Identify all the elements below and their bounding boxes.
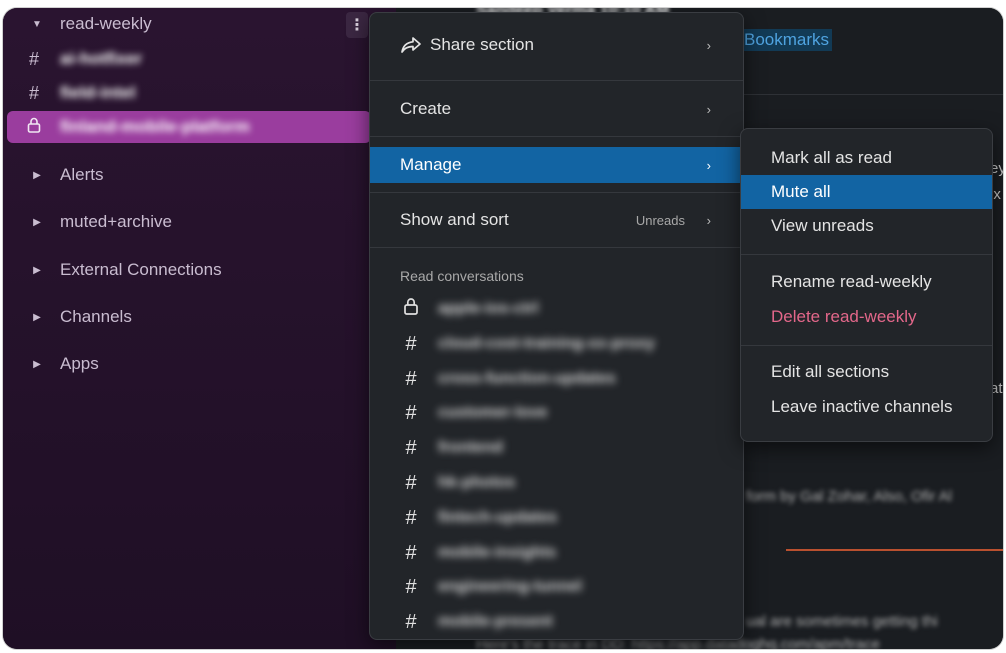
caret-right-icon: ▶ xyxy=(33,216,41,228)
sidebar-section-muted-archive[interactable]: ▶ muted+archive xyxy=(3,206,396,238)
menu-divider xyxy=(370,80,743,81)
manage-submenu: Mark all as read Mute all View unreads R… xyxy=(740,128,993,442)
caret-right-icon: ▶ xyxy=(33,358,41,370)
hash-icon: # xyxy=(405,436,417,459)
section-options-button[interactable]: ⋮ xyxy=(346,12,368,38)
hash-icon: # xyxy=(405,332,417,355)
hash-icon: # xyxy=(28,48,39,69)
conversation-item[interactable]: # fintech-updates xyxy=(400,503,720,533)
new-messages-divider xyxy=(786,549,1003,551)
hash-icon: # xyxy=(405,401,417,424)
share-icon xyxy=(401,37,421,53)
sidebar-section-label: Channels xyxy=(60,307,132,326)
menu-divider xyxy=(370,136,743,137)
channel-name: ai-hotfixer xyxy=(60,49,143,68)
sidebar-channel-active[interactable]: finland-mobile-platform xyxy=(7,111,371,143)
conversation-item[interactable]: # hk-photos xyxy=(400,468,720,498)
menu-item-show-and-sort[interactable]: Show and sort Unreads › xyxy=(370,202,743,238)
submenu-item-leave-inactive[interactable]: Leave inactive channels xyxy=(741,390,992,424)
sidebar-channel[interactable]: # field-intel xyxy=(3,77,396,109)
message-fragment: form by Gal Zohar, Also, Ofir Al xyxy=(746,488,952,505)
conversation-item[interactable]: # frontend xyxy=(400,433,720,463)
conversation-item[interactable]: # customer-love xyxy=(400,398,720,428)
caret-down-icon: ▼ xyxy=(32,18,42,30)
sidebar-section-label: muted+archive xyxy=(60,212,172,231)
sort-mode-hint: Unreads xyxy=(635,212,685,228)
conversation-item[interactable]: # cross-function-updates xyxy=(400,364,720,394)
menu-item-create[interactable]: Create › xyxy=(370,91,743,127)
caret-right-icon: ▶ xyxy=(33,169,41,181)
sidebar-section-label: read-weekly xyxy=(60,14,152,33)
menu-divider xyxy=(370,247,743,248)
hash-icon: # xyxy=(405,367,417,390)
menu-divider xyxy=(370,192,743,193)
section-context-menu: Share section › Create › Manage › Show a… xyxy=(369,12,744,640)
caret-right-icon: ▶ xyxy=(33,311,41,323)
chevron-right-icon: › xyxy=(706,101,711,117)
channel-name: field-intel xyxy=(60,83,136,102)
conversation-item[interactable]: # mobile-present xyxy=(400,607,720,637)
sidebar-section-label: Alerts xyxy=(60,165,104,184)
menu-item-manage[interactable]: Manage › xyxy=(370,147,743,183)
lock-icon xyxy=(400,297,422,321)
hash-icon: # xyxy=(405,610,417,633)
submenu-item-view-unreads[interactable]: View unreads xyxy=(741,209,992,243)
submenu-item-mute-all[interactable]: Mute all xyxy=(741,175,992,209)
conversation-item[interactable]: # cloud-cost-training-xx-proxy xyxy=(400,329,720,359)
sidebar-section-read-weekly[interactable]: ▼ read-weekly xyxy=(3,8,396,40)
conversation-item[interactable]: # mobile-insights xyxy=(400,538,720,568)
hash-icon: # xyxy=(405,471,417,494)
conversation-item[interactable]: # engineering-tunnel xyxy=(400,572,720,602)
chevron-right-icon: › xyxy=(706,157,711,173)
bookmarks-link[interactable]: Bookmarks xyxy=(741,29,833,51)
submenu-divider xyxy=(741,345,992,346)
chevron-right-icon: › xyxy=(706,37,711,53)
hash-icon: # xyxy=(28,82,39,103)
hash-icon: # xyxy=(405,541,417,564)
conversation-item[interactable]: apple-ios-ctrl xyxy=(400,294,720,324)
sidebar-section-label: Apps xyxy=(60,354,99,373)
submenu-item-delete-section[interactable]: Delete read-weekly xyxy=(741,300,992,334)
sidebar-channel[interactable]: # ai-hotfixer xyxy=(3,43,396,75)
message-fragment: ual are sometimes getting thi xyxy=(746,613,938,630)
sidebar-section-channels[interactable]: ▶ Channels xyxy=(3,301,396,333)
lock-icon xyxy=(26,117,42,138)
sidebar-section-label: External Connections xyxy=(60,260,222,279)
sidebar: ▼ read-weekly ⋮ # ai-hotfixer # field-in… xyxy=(3,8,396,649)
read-conversations-heading: Read conversations xyxy=(400,268,524,284)
channel-name: finland-mobile-platform xyxy=(60,117,250,136)
submenu-item-rename-section[interactable]: Rename read-weekly xyxy=(741,265,992,299)
menu-item-share-section[interactable]: Share section › xyxy=(370,27,743,63)
submenu-divider xyxy=(741,254,992,255)
submenu-item-mark-all-read[interactable]: Mark all as read xyxy=(741,141,992,175)
sidebar-section-external-connections[interactable]: ▶ External Connections xyxy=(3,254,396,286)
sidebar-section-apps[interactable]: ▶ Apps xyxy=(3,348,396,380)
sidebar-section-alerts[interactable]: ▶ Alerts xyxy=(3,159,396,191)
submenu-item-edit-all-sections[interactable]: Edit all sections xyxy=(741,355,992,389)
caret-right-icon: ▶ xyxy=(33,264,41,276)
hash-icon: # xyxy=(405,506,417,529)
hash-icon: # xyxy=(405,575,417,598)
chevron-right-icon: › xyxy=(706,212,711,228)
slack-window: Sandeep Verma 10:10 AM Bookmarks ey ix a… xyxy=(3,8,1003,649)
